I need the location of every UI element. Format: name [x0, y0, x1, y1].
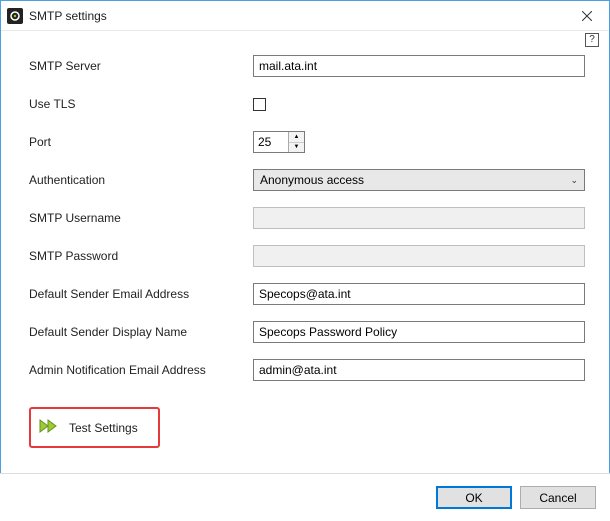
help-row: ? — [1, 31, 609, 49]
label-default-sender-name: Default Sender Display Name — [29, 325, 253, 339]
chevron-down-icon: ⌄ — [570, 175, 578, 186]
label-use-tls: Use TLS — [29, 97, 253, 111]
label-default-sender-email: Default Sender Email Address — [29, 287, 253, 301]
label-admin-notification-email: Admin Notification Email Address — [29, 363, 253, 377]
port-input[interactable] — [254, 132, 288, 152]
label-port: Port — [29, 135, 253, 149]
default-sender-name-input[interactable] — [253, 321, 585, 343]
test-settings-button[interactable]: Test Settings — [29, 407, 160, 448]
port-step-up[interactable]: ▲ — [289, 132, 304, 143]
close-icon — [582, 11, 592, 21]
help-icon[interactable]: ? — [585, 33, 599, 47]
port-stepper[interactable]: ▲ ▼ — [253, 131, 305, 153]
smtp-server-input[interactable] — [253, 55, 585, 77]
cancel-button[interactable]: Cancel — [520, 486, 596, 509]
dialog-footer: OK Cancel — [0, 473, 610, 521]
window-title: SMTP settings — [29, 9, 564, 23]
test-settings-label: Test Settings — [69, 421, 138, 435]
form-body: SMTP Server Use TLS Port ▲ ▼ Authenticat… — [1, 49, 609, 448]
use-tls-checkbox[interactable] — [253, 98, 266, 111]
label-authentication: Authentication — [29, 173, 253, 187]
titlebar: SMTP settings — [1, 1, 609, 31]
app-icon — [7, 8, 23, 24]
authentication-value: Anonymous access — [260, 173, 364, 187]
ok-button[interactable]: OK — [436, 486, 512, 509]
default-sender-email-input[interactable] — [253, 283, 585, 305]
arrow-right-icon — [39, 417, 61, 438]
label-smtp-username: SMTP Username — [29, 211, 253, 225]
close-button[interactable] — [564, 1, 609, 31]
authentication-select[interactable]: Anonymous access ⌄ — [253, 169, 585, 191]
label-smtp-server: SMTP Server — [29, 59, 253, 73]
smtp-password-input[interactable] — [253, 245, 585, 267]
label-smtp-password: SMTP Password — [29, 249, 253, 263]
admin-notification-email-input[interactable] — [253, 359, 585, 381]
port-step-down[interactable]: ▼ — [289, 143, 304, 153]
smtp-username-input[interactable] — [253, 207, 585, 229]
